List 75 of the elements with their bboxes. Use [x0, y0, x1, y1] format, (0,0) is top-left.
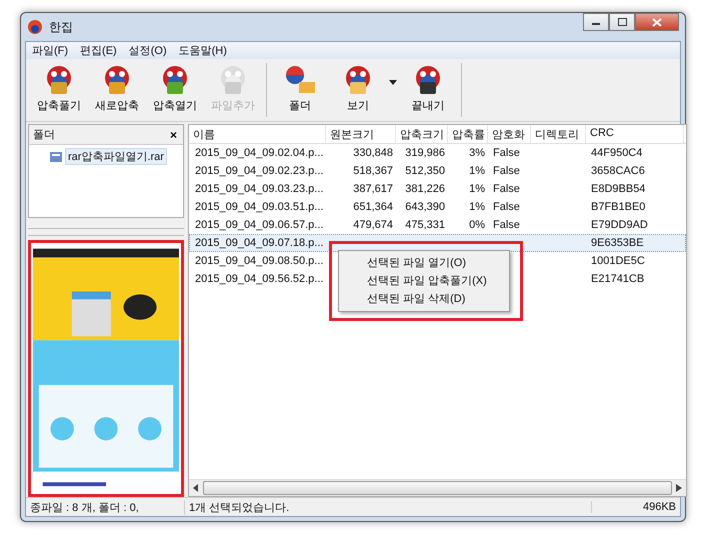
- table-cell: 479,674: [353, 219, 393, 231]
- table-cell: 2015_09_04_09.03.23.p...: [195, 183, 324, 195]
- table-cell: 518,367: [353, 165, 393, 177]
- table-cell: 3%: [469, 147, 485, 159]
- app-icon: [27, 19, 43, 35]
- table-cell: E8D9BB54: [591, 183, 646, 195]
- table-cell: 330,848: [353, 147, 393, 159]
- column-header[interactable]: 이름: [189, 125, 326, 143]
- table-cell: 1001DE5C: [591, 255, 645, 267]
- table-cell: 2015_09_04_09.02.04.p...: [195, 147, 324, 159]
- menu-item[interactable]: 설정(O): [128, 43, 167, 58]
- table-cell: 475,331: [405, 219, 445, 231]
- table-cell: 319,986: [405, 147, 445, 159]
- table-cell: 1%: [469, 183, 485, 195]
- table-cell: 651,364: [353, 201, 393, 213]
- table-cell: 3658CAC6: [591, 165, 645, 177]
- status-text: 1개 선택되었습니다.: [184, 500, 591, 514]
- mascot-icon: [283, 64, 317, 96]
- toolbar-button[interactable]: 압축열기: [146, 62, 204, 118]
- table-cell: False: [493, 165, 520, 177]
- column-header[interactable]: CRC: [586, 125, 684, 143]
- table-cell: 643,390: [405, 201, 445, 213]
- maximize-button[interactable]: [609, 13, 635, 31]
- toolbar-button[interactable]: 폴더: [271, 62, 329, 118]
- table-cell: 9E6353BE: [591, 237, 644, 249]
- table-cell: False: [493, 219, 520, 231]
- table-cell: 2015_09_04_09.06.57.p...: [195, 219, 324, 231]
- column-header[interactable]: 디렉토리: [531, 125, 586, 143]
- column-header[interactable]: 압축률: [448, 125, 488, 143]
- menu-item[interactable]: 선택된 파일 열기(O): [339, 254, 509, 272]
- window-title: 한집: [49, 18, 73, 36]
- table-cell: E21741CB: [591, 273, 644, 285]
- menu-item[interactable]: 도움말(H): [178, 43, 227, 58]
- close-icon: [652, 18, 662, 26]
- column-header[interactable]: 압축크기: [396, 125, 448, 143]
- table-cell: 2015_09_04_09.03.51.p...: [195, 201, 324, 213]
- table-cell: E79DD9AD: [591, 219, 648, 231]
- table-cell: 44F950C4: [591, 147, 642, 159]
- table-cell: 2015_09_04_09.02.23.p...: [195, 165, 324, 177]
- caret-icon[interactable]: [389, 80, 397, 84]
- minimize-button[interactable]: [583, 13, 609, 31]
- close-button[interactable]: ×: [168, 128, 179, 142]
- scroll-right-icon[interactable]: [676, 484, 682, 492]
- table-cell: 1%: [469, 165, 485, 177]
- table-cell: 381,226: [405, 183, 445, 195]
- panel-title: 폴더: [33, 128, 55, 142]
- table-cell: 1%: [469, 201, 485, 213]
- scroll-left-icon[interactable]: [193, 484, 199, 492]
- table-cell: 0%: [469, 219, 485, 231]
- table-cell: False: [493, 183, 520, 195]
- table-cell: False: [493, 201, 520, 213]
- status-text: 종파일 : 8 개, 폴더 : 0,: [29, 500, 140, 514]
- menu-item[interactable]: 파일(F): [32, 43, 68, 58]
- table-cell: B7FB1BE0: [591, 201, 646, 213]
- toolbar-button[interactable]: 새로압축: [88, 62, 146, 118]
- close-button[interactable]: [635, 13, 679, 31]
- column-header[interactable]: 암호화: [488, 125, 531, 143]
- table-cell: 512,350: [405, 165, 445, 177]
- status-text: 496KB: [591, 501, 680, 513]
- column-header[interactable]: 원본크기: [326, 125, 396, 143]
- archive-icon: [49, 150, 63, 164]
- table-cell: 387,617: [353, 183, 393, 195]
- toolbar-button[interactable]: 보기: [329, 62, 387, 118]
- horizontal-scrollbar[interactable]: [189, 479, 686, 496]
- maximize-icon: [618, 18, 626, 26]
- table-cell: 2015_09_04_09.07.18.p...: [195, 237, 324, 249]
- table-cell: 2015_09_04_09.56.52.p...: [195, 273, 324, 285]
- menu-item[interactable]: 선택된 파일 삭제(D): [339, 290, 509, 308]
- toolbar-button[interactable]: 압축풀기: [30, 62, 88, 118]
- menu-item[interactable]: 선택된 파일 압축풀기(X): [339, 272, 509, 290]
- toolbar-button[interactable]: 끝내기: [399, 62, 457, 118]
- menu-item[interactable]: 편집(E): [80, 43, 117, 58]
- table-cell: False: [493, 147, 520, 159]
- tree-item[interactable]: rar압축파일열기.rar: [65, 148, 167, 165]
- table-cell: 2015_09_04_09.08.50.p...: [195, 255, 324, 267]
